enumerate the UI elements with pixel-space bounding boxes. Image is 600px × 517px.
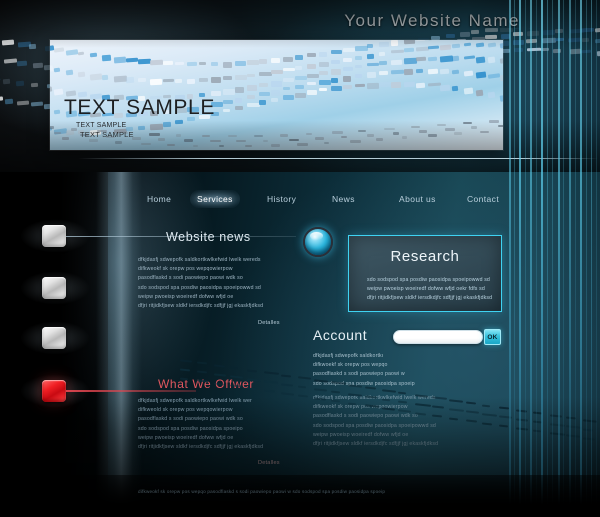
light-streak — [547, 0, 548, 517]
light-streak — [586, 0, 587, 517]
website-news-details-link[interactable]: Detalles — [258, 320, 280, 326]
research-body: sdo sodspod spa posdiw paosidpa spoeipow… — [367, 276, 527, 303]
light-streak — [514, 0, 515, 517]
light-streak — [536, 0, 537, 517]
orb-icon[interactable] — [303, 227, 333, 257]
research-heading: Research — [349, 248, 501, 265]
nav-item-history[interactable]: History — [260, 190, 303, 208]
vertical-streaks-overlay — [505, 0, 600, 517]
light-streak — [519, 0, 521, 517]
light-streak — [580, 0, 582, 517]
nav-item-contact[interactable]: Contact — [460, 190, 506, 208]
nav-item-news[interactable]: News — [325, 190, 362, 208]
account-submit-button[interactable]: OK — [484, 329, 501, 345]
page-root: Your Website Name TEXT SAMPLE TEXT SAMPL… — [0, 0, 600, 517]
main-navigation: Home Services History News About us Contact — [120, 190, 520, 212]
light-streak — [558, 0, 560, 517]
sidebar-button-3[interactable] — [42, 327, 66, 349]
light-streak — [541, 0, 543, 517]
nav-item-about-us[interactable]: About us — [392, 190, 443, 208]
light-streak — [563, 0, 564, 517]
orb-highlight — [310, 232, 323, 240]
light-streak — [552, 0, 553, 517]
account-heading: Account — [313, 327, 367, 343]
light-streak — [569, 0, 571, 517]
nav-item-home[interactable]: Home — [140, 190, 178, 208]
light-streak — [575, 0, 576, 517]
research-panel: Research sdo sodspod spa posdiw paosidpa… — [348, 235, 502, 312]
sidebar-button-2[interactable] — [42, 277, 66, 299]
footer-text: difkweokf sk orepw pos wepqo pasodflaskd… — [138, 489, 498, 494]
nav-item-services[interactable]: Services — [190, 190, 240, 208]
light-streak — [525, 0, 526, 517]
sidebar-button-1[interactable] — [42, 225, 66, 247]
account-input[interactable] — [393, 330, 483, 344]
light-streak — [591, 0, 592, 517]
website-news-heading: Website news — [166, 230, 251, 244]
light-streak — [509, 0, 511, 517]
light-streak — [596, 0, 597, 517]
footer: difkweokf sk orepw pos wepqo pasodflaskd… — [0, 475, 600, 517]
website-news-body: dfkjdasfj sdwepofk saldkortkwlkefwid lwe… — [138, 256, 288, 311]
what-we-offer-heading: What We Offwer — [158, 377, 254, 391]
light-streak — [530, 0, 532, 517]
